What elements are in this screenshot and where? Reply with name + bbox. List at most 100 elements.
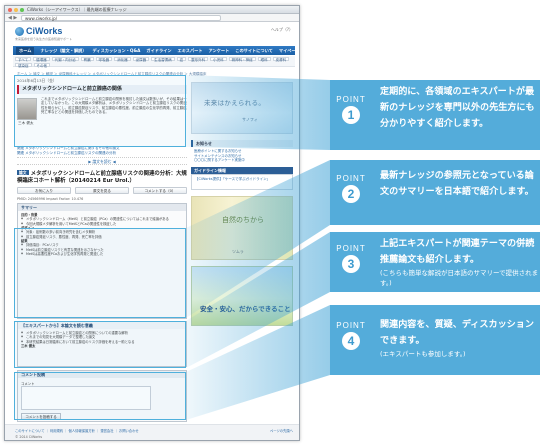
point-number: 3 bbox=[342, 255, 360, 273]
point-description: 上記エキスパートが関連テーマの併読推薦論文も紹介します。 bbox=[380, 239, 535, 265]
nav-item[interactable]: ホーム bbox=[16, 46, 35, 55]
point-label: POINT bbox=[336, 244, 366, 253]
highlight-box-3 bbox=[14, 321, 186, 368]
copyright: © 2014 CiWorks bbox=[15, 435, 43, 439]
minimize-window-button[interactable] bbox=[14, 8, 18, 12]
logo-text: CiWorks bbox=[26, 26, 63, 36]
nav-item[interactable]: マイページ bbox=[279, 48, 299, 54]
back-forward-icon[interactable]: ◀ ▶ bbox=[8, 15, 17, 21]
point-label: POINT bbox=[336, 174, 366, 183]
category-tab[interactable]: 癌 bbox=[176, 57, 187, 62]
category-tab[interactable]: 皮膚科 bbox=[272, 57, 290, 62]
point-text: 上記エキスパートが関連テーマの併読推薦論文も紹介します。 (こちらも簡単な解説が日… bbox=[380, 236, 540, 288]
window-title: CiWorks（シーアイワークス）｜最先端の医療ナレッジ bbox=[27, 7, 127, 12]
window-controls bbox=[8, 8, 24, 12]
nav-item[interactable]: ディスカッション・Q&A bbox=[93, 48, 141, 54]
category-tab[interactable]: すべて bbox=[15, 57, 32, 62]
category-tab[interactable]: 生活習慣病 bbox=[151, 57, 175, 62]
point-description: 定期的に、各領域のエキスパートが最新のナレッジを専門以外の先生方にも分かりやすく… bbox=[380, 87, 535, 129]
category-tab[interactable]: 小児科 bbox=[210, 57, 227, 62]
point-2: POINT 2 最新ナレッジの参照元となっている論文のサマリーを日本語で紹介しま… bbox=[300, 160, 540, 225]
guideline-link[interactable]: 【CiWorks提供】「ケースで学ぶガイドライン」 bbox=[191, 173, 293, 190]
site-tagline: 未来医療を担う先生方の医療知識サポート bbox=[15, 37, 73, 41]
category-nav: すべて 循環器 代謝・内分泌 腎臓 呼吸器 消化器 泌尿器 生活習慣病癌整形外科 小児科 精神科・… bbox=[13, 56, 295, 68]
point-text: 関連内容を、質疑、ディスカッションできます。 (エキスパートも参加します。) bbox=[380, 317, 540, 359]
view-original-button[interactable]: 原文を見る bbox=[75, 187, 129, 195]
category-tab[interactable]: 感染症 bbox=[15, 63, 32, 68]
point-badge: POINT 1 bbox=[332, 95, 370, 124]
category-tab[interactable]: 代謝・内分泌 bbox=[51, 57, 79, 62]
footer-links[interactable]: このサイトについて ｜ 利用規約 ｜ 個人情報保護方針 ｜ 運営会社 ｜ お問い… bbox=[15, 428, 139, 433]
sidebar: 未来はかえられる。 サノフィ お知らせ 医療ポイントに関するお知らせ サイトメン… bbox=[191, 82, 293, 326]
point-badge: POINT 2 bbox=[332, 174, 370, 203]
category-tab[interactable]: 眼科 bbox=[257, 57, 271, 62]
point-number: 4 bbox=[342, 332, 360, 350]
point-number: 1 bbox=[342, 106, 360, 124]
news-item[interactable]: 〇〇〇に関するアンケート実施中 bbox=[194, 158, 291, 163]
article-actions: お気に入り 原文を見る コメントする（0） bbox=[17, 187, 187, 195]
highlight-box-2 bbox=[14, 228, 186, 318]
point-text: 最新ナレッジの参照元となっている論文のサマリーを日本語で紹介します。 bbox=[380, 168, 540, 200]
news-list: 医療ポイントに関するお知らせ サイトメンテナンスのお知らせ 〇〇〇に関するアンケ… bbox=[191, 147, 293, 163]
article-title-text: メタボリックシンドロームと前立腺癌リスクの関連の分析：大規模臨床コホート解析（2… bbox=[17, 171, 187, 184]
point-note: (エキスパートも参加します。) bbox=[380, 350, 466, 358]
point-description: 関連内容を、質疑、ディスカッションできます。 bbox=[380, 320, 534, 346]
category-tab[interactable]: その他 bbox=[33, 63, 50, 68]
nav-item[interactable]: ガイドライン bbox=[146, 48, 171, 54]
close-window-button[interactable] bbox=[8, 8, 12, 12]
summary-item: 今回大規模メタ解析を用いてMetSとPCaの関連性を検証した bbox=[21, 222, 183, 227]
ad-brand: サノフィ bbox=[242, 117, 258, 122]
related-link[interactable]: 関連 メタボリックシンドロームと前立腺癌リスクの関連の分析 bbox=[17, 151, 187, 156]
favorite-button[interactable]: お気に入り bbox=[17, 187, 71, 195]
category-tab[interactable]: 呼吸器 bbox=[95, 57, 113, 62]
point-1: POINT 1 定期的に、各領域のエキスパートが最新のナレッジを専門以外の先生方… bbox=[300, 80, 540, 150]
category-tab[interactable]: 消化器 bbox=[114, 57, 131, 62]
nav-item[interactable]: ナレッジ（論文・解説） bbox=[40, 48, 86, 54]
category-tab[interactable]: 腎臓 bbox=[80, 57, 94, 62]
point-number: 2 bbox=[342, 185, 360, 203]
site-header: CiWorks 未来医療を担う先生方の医療知識サポート ヘルプ（?） bbox=[5, 22, 299, 44]
category-tab[interactable]: 循環器 bbox=[33, 57, 50, 62]
global-nav: ホーム ナレッジ（論文・解説） ディスカッション・Q&A ガイドライン エキスパート アン… bbox=[13, 46, 299, 55]
maximize-window-button[interactable] bbox=[20, 8, 24, 12]
article-meta: PMID: 24566996 Impact Factor: 10.476 bbox=[17, 197, 84, 202]
guideline-header: ガイドライン情報 bbox=[191, 166, 293, 174]
sidebar-ad-banner[interactable]: 未来はかえられる。 サノフィ bbox=[191, 82, 293, 134]
point-description: 最新ナレッジの参照元となっている論文のサマリーを日本語で紹介します。 bbox=[380, 171, 534, 197]
comment-button[interactable]: コメントする（0） bbox=[133, 187, 187, 195]
help-link[interactable]: ヘルプ（?） bbox=[271, 27, 293, 33]
category-badge: 論文 bbox=[17, 170, 29, 175]
sidebar-ad-banner[interactable]: 安全・安心、だからできること bbox=[191, 265, 293, 326]
page-top-link[interactable]: ページの先頭へ bbox=[270, 428, 293, 433]
point-text: 定期的に、各領域のエキスパートが最新のナレッジを専門以外の先生方にも分かりやすく… bbox=[380, 84, 540, 132]
address-bar-row: ◀ ▶ www.ciworks.jp/ bbox=[5, 14, 299, 22]
ad-headline: 自然のちから bbox=[222, 215, 264, 224]
point-label: POINT bbox=[336, 321, 366, 330]
nav-item[interactable]: アンケート bbox=[209, 48, 230, 54]
news-header: お知らせ bbox=[191, 140, 293, 147]
point-3: POINT 3 上記エキスパートが関連テーマの併読推薦論文も紹介します。 (こちら… bbox=[300, 232, 540, 292]
summary-header: サマリー bbox=[18, 204, 186, 212]
url-field[interactable]: www.ciworks.jp/ bbox=[21, 15, 221, 21]
sidebar-ad-banner[interactable]: 自然のちから ツムラ bbox=[191, 195, 293, 260]
read-article-strip[interactable]: ▶ 論文を読む ◀ bbox=[17, 157, 187, 165]
ad-brand: ツムラ bbox=[232, 248, 244, 254]
category-tab[interactable]: 整形外科 bbox=[188, 57, 209, 62]
category-tab[interactable]: 精神科・神経 bbox=[228, 57, 256, 62]
point-note: (こちらも簡単な解説が日本語のサマリーで提供されます。) bbox=[380, 269, 539, 287]
highlight-box-1 bbox=[14, 75, 186, 147]
nav-item[interactable]: エキスパート bbox=[178, 48, 203, 54]
point-label: POINT bbox=[336, 95, 366, 104]
site-footer: このサイトについて ｜ 利用規約 ｜ 個人情報保護方針 ｜ 運営会社 ｜ お問い… bbox=[5, 424, 299, 440]
logo-icon bbox=[15, 26, 24, 36]
point-4: POINT 4 関連内容を、質疑、ディスカッションできます。 (エキスパートも参加… bbox=[300, 305, 540, 375]
highlight-box-4 bbox=[14, 372, 186, 420]
site-logo[interactable]: CiWorks bbox=[15, 26, 62, 36]
category-tab[interactable]: 泌尿器 bbox=[132, 57, 150, 62]
title-bar: CiWorks（シーアイワークス）｜最先端の医療ナレッジ bbox=[5, 6, 299, 14]
ad-headline: 未来はかえられる。 bbox=[204, 99, 266, 107]
article-title: 論文 メタボリックシンドロームと前立腺癌リスクの関連の分析：大規模臨床コホート解析… bbox=[17, 170, 187, 184]
nav-item[interactable]: このサイトについて bbox=[235, 48, 273, 54]
ad-headline: 安全・安心、だからできること bbox=[200, 304, 291, 313]
composite-graphic: CiWorks（シーアイワークス）｜最先端の医療ナレッジ ◀ ▶ www.ciw… bbox=[0, 0, 540, 446]
